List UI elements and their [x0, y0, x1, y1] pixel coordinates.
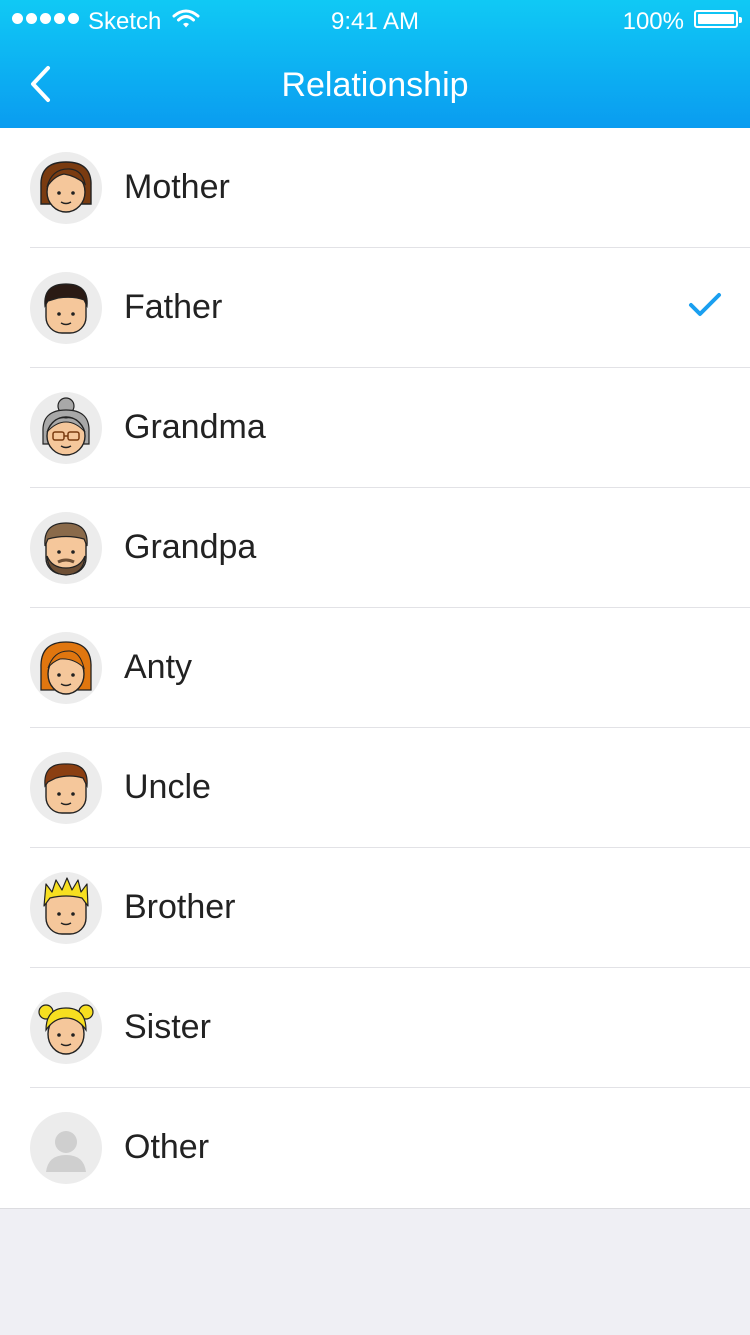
list-item-label: Uncle: [124, 768, 211, 806]
father-avatar-icon: [30, 272, 102, 344]
list-item-label: Other: [124, 1128, 210, 1166]
sister-avatar-icon: [30, 992, 102, 1064]
brother-avatar-icon: [30, 872, 102, 944]
list-item-anty[interactable]: Anty: [0, 608, 750, 728]
list-item-label: Father: [124, 288, 223, 326]
battery-icon: [694, 10, 742, 28]
page-title: Relationship: [281, 66, 469, 104]
list-item-mother[interactable]: Mother: [0, 128, 750, 248]
list-item-label: Grandpa: [124, 528, 257, 566]
mother-avatar-icon: [30, 152, 102, 224]
list-item-grandpa[interactable]: Grandpa: [0, 488, 750, 608]
list-item-grandma[interactable]: Grandma: [0, 368, 750, 488]
list-item-label: Anty: [124, 648, 193, 686]
list-item-label: Sister: [124, 1008, 211, 1046]
list-item-father[interactable]: Father: [0, 248, 750, 368]
person-placeholder-icon: [30, 1112, 102, 1184]
list-item-other[interactable]: Other: [0, 1088, 750, 1208]
uncle-avatar-icon: [30, 752, 102, 824]
aunt-avatar-icon: [30, 632, 102, 704]
list-item-label: Brother: [124, 888, 236, 926]
grandpa-avatar-icon: [30, 512, 102, 584]
list-item-sister[interactable]: Sister: [0, 968, 750, 1088]
nav-header: Sketch 9:41 AM 100% Relationship: [0, 0, 750, 128]
list-item-uncle[interactable]: Uncle: [0, 728, 750, 848]
list-item-label: Grandma: [124, 408, 266, 446]
status-bar: Sketch 9:41 AM 100%: [0, 0, 750, 40]
checkmark-icon: [688, 292, 722, 323]
empty-background: [0, 1208, 750, 1335]
relationship-list: Mother Father Grandma Grandpa Anty Uncle…: [0, 128, 750, 1208]
battery-percentage: 100%: [622, 8, 684, 35]
grandma-avatar-icon: [30, 392, 102, 464]
list-item-label: Mother: [124, 168, 230, 206]
list-item-brother[interactable]: Brother: [0, 848, 750, 968]
